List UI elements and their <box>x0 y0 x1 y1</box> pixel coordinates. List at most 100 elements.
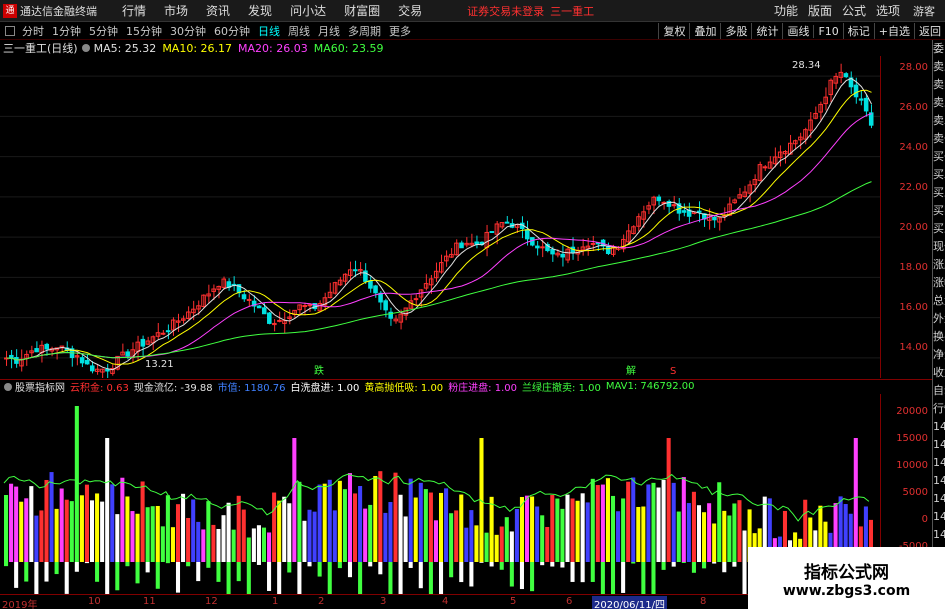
indicator-bar <box>39 510 44 562</box>
tab-weekly[interactable]: 周线 <box>284 23 314 39</box>
indicator-bar <box>393 472 398 562</box>
indicator-bar <box>595 485 600 562</box>
indicator-bar <box>722 510 727 562</box>
candle-body <box>656 196 662 202</box>
indicator-bar <box>449 513 454 562</box>
multi-stock-button[interactable]: 多股 <box>720 23 751 39</box>
indicator-bar <box>59 488 64 562</box>
guest-user-label[interactable]: 游客 <box>913 3 935 19</box>
indicator-bar <box>504 517 509 562</box>
candle-body <box>44 343 50 350</box>
indicator-bar <box>631 477 636 562</box>
period-toolbar: 分时 1分钟 5分钟 15分钟 30分钟 60分钟 日线 周线 月线 多周期 更… <box>0 22 945 40</box>
quote-side-panel[interactable]: 委比卖五卖四卖三卖二卖一买一买二买三买四买五现价涨跌涨幅总量外盘换手净资收益自动… <box>932 40 945 609</box>
indicator-neg-bar <box>206 562 211 568</box>
candle-body <box>34 348 39 353</box>
indicator-neg-bar <box>196 562 201 582</box>
tab-more[interactable]: 更多 <box>385 23 415 39</box>
indicator-value: 白洗盘进: 1.00 <box>290 383 360 394</box>
menu-item-trade[interactable]: 交易 <box>389 2 431 19</box>
menu-item-function[interactable]: 功能 <box>769 2 803 19</box>
price-tick: 20.00 <box>899 222 928 233</box>
menu-item-formula[interactable]: 公式 <box>837 2 871 19</box>
indicator-bar <box>302 520 307 562</box>
menu-item-ask[interactable]: 问小达 <box>281 2 335 19</box>
grid-icon[interactable] <box>5 25 15 36</box>
tab-5min[interactable]: 5分钟 <box>85 23 122 39</box>
indicator-bar <box>49 472 54 562</box>
indicator-bar <box>403 516 408 562</box>
indicator-bar <box>84 484 89 562</box>
menu-item-quotes[interactable]: 行情 <box>113 2 155 19</box>
f10-button[interactable]: F10 <box>813 24 842 38</box>
side-panel-item: 14:5 <box>933 456 945 469</box>
tab-timeshare[interactable]: 分时 <box>18 23 48 39</box>
indicator-neg-bar <box>742 562 747 594</box>
side-panel-item: 14:5 <box>933 420 945 433</box>
add-watchlist-button[interactable]: +自选 <box>873 23 914 39</box>
indicator-neg-bar <box>408 562 413 568</box>
menu-item-news[interactable]: 资讯 <box>197 2 239 19</box>
indicator-neg-bar <box>681 562 686 563</box>
login-status[interactable]: 证券交易未登录 <box>467 3 544 19</box>
price-tick: 26.00 <box>899 102 928 113</box>
back-button[interactable]: 返回 <box>914 23 945 39</box>
statistics-button[interactable]: 统计 <box>751 23 782 39</box>
indicator-dot-icon[interactable] <box>4 382 12 391</box>
overlay-button[interactable]: 叠加 <box>689 23 720 39</box>
menu-item-market[interactable]: 市场 <box>155 2 197 19</box>
menu-item-layout[interactable]: 版面 <box>803 2 837 19</box>
cursor-date-label: 2020/06/11/四 <box>592 596 668 609</box>
candle-body <box>241 294 247 300</box>
tab-monthly[interactable]: 月线 <box>314 23 344 39</box>
indicator-bar <box>353 493 358 562</box>
candlestick-chart[interactable]: 28.34 13.21 跌 解 S <box>0 56 880 378</box>
side-panel-item: 卖五 <box>933 60 945 73</box>
indicator-neg-bar <box>691 562 696 573</box>
indicator-bar <box>646 484 651 562</box>
chart-stock-title: 三一重工(日线) <box>3 42 78 55</box>
candle-body <box>540 246 545 249</box>
indicator-neg-bar <box>418 562 423 589</box>
indicator-bar <box>484 532 489 562</box>
indicator-neg-bar <box>165 562 170 564</box>
adjust-button[interactable]: 复权 <box>658 23 689 39</box>
tab-60min[interactable]: 60分钟 <box>210 23 254 39</box>
indicator-bar <box>383 512 388 562</box>
indicator-neg-bar <box>712 562 717 564</box>
candle-body <box>302 305 307 308</box>
indicator-bar <box>378 471 383 562</box>
settings-dot-icon[interactable] <box>81 44 90 52</box>
app-logo-icon: 通 <box>3 3 17 18</box>
indicator-bar <box>165 495 170 562</box>
price-tick: 14.00 <box>899 342 928 353</box>
tab-1min[interactable]: 1分钟 <box>48 23 85 39</box>
side-panel-item: 买四 <box>933 204 945 217</box>
tab-daily[interactable]: 日线 <box>254 23 284 39</box>
indicator-bar <box>570 498 575 562</box>
indicator-bar <box>292 438 297 562</box>
draw-line-button[interactable]: 画线 <box>782 23 813 39</box>
indicator-value: 市值: 1180.76 <box>217 383 286 394</box>
indicator-bar <box>459 494 464 562</box>
tab-30min[interactable]: 30分钟 <box>166 23 210 39</box>
indicator-bar <box>661 479 666 562</box>
tab-multi-period[interactable]: 多周期 <box>344 23 385 39</box>
side-panel-item: 总量 <box>933 294 945 307</box>
indicator-neg-bar <box>722 562 727 573</box>
menu-item-discover[interactable]: 发现 <box>239 2 281 19</box>
tab-15min[interactable]: 15分钟 <box>122 23 166 39</box>
candle-body <box>681 210 687 213</box>
indicator-bar <box>347 473 353 562</box>
indicator-neg-bar <box>600 562 605 594</box>
side-panel-item: 卖三 <box>933 96 945 109</box>
indicator-bar <box>277 500 282 562</box>
candle-body <box>378 292 383 303</box>
candle-body <box>353 269 358 272</box>
mark-button[interactable]: 标记 <box>842 23 874 39</box>
menu-item-options[interactable]: 选项 <box>871 2 905 19</box>
main-menu: 行情 市场 资讯 发现 问小达 财富圈 交易 <box>113 2 431 19</box>
menu-item-wealth[interactable]: 财富圈 <box>335 2 389 19</box>
marker-s: S <box>670 366 676 377</box>
indicator-bar <box>676 511 681 562</box>
